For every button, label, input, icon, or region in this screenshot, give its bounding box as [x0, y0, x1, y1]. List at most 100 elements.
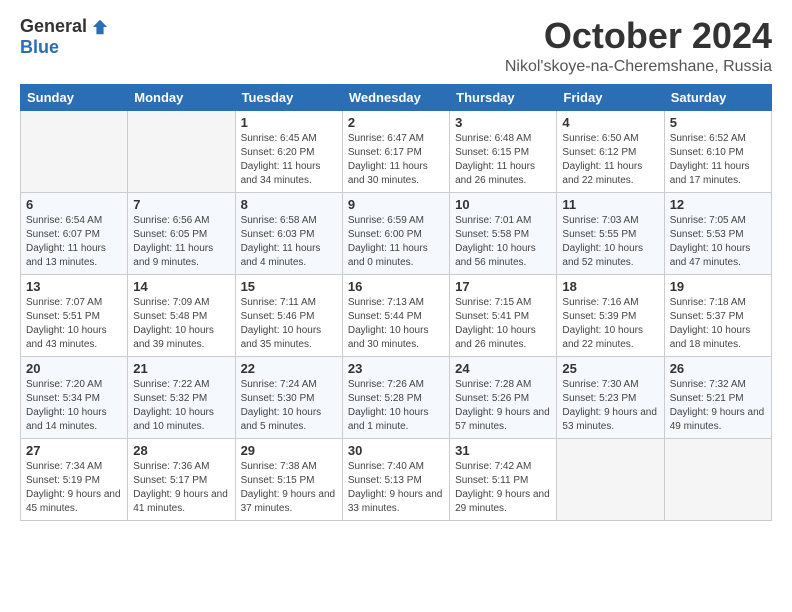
logo-blue-text: Blue — [20, 37, 59, 58]
day-info: Sunrise: 6:59 AMSunset: 6:00 PMDaylight:… — [348, 214, 444, 270]
calendar-cell — [128, 110, 235, 192]
calendar-cell: 21 Sunrise: 7:22 AMSunset: 5:32 PMDayligh… — [128, 356, 235, 438]
day-info: Sunrise: 6:58 AMSunset: 6:03 PMDaylight:… — [241, 214, 337, 270]
calendar-cell: 3Sunrise: 6:48 AMSunset: 6:15 PMDaylight… — [450, 110, 557, 192]
day-info: Sunrise: 7:13 AMSunset: 5:44 PMDaylight:… — [348, 296, 444, 352]
day-number: 9 — [348, 197, 444, 212]
calendar-week-row-2: 6 Sunrise: 6:54 AMSunset: 6:07 PMDaylight… — [21, 192, 772, 274]
calendar-cell: 28Sunrise: 7:36 AMSunset: 5:17 PMDayligh… — [128, 438, 235, 520]
day-info: Sunrise: 7:03 AMSunset: 5:55 PMDaylight:… — [562, 214, 658, 270]
day-info: Sunrise: 7:22 AMSunset: 5:32 PMDaylight:… — [133, 378, 229, 434]
day-number: 16 — [348, 279, 444, 294]
day-info: Sunrise: 7:26 AMSunset: 5:28 PMDaylight:… — [348, 378, 444, 434]
day-number: 25 — [562, 361, 658, 376]
day-number: 22 — [241, 361, 337, 376]
calendar-cell: 20 Sunrise: 7:20 AMSunset: 5:34 PMDayligh… — [21, 356, 128, 438]
day-number: 28 — [133, 443, 229, 458]
calendar-cell — [21, 110, 128, 192]
logo-general-text: General — [20, 16, 87, 37]
day-info: Sunrise: 7:42 AMSunset: 5:11 PMDaylight:… — [455, 460, 551, 516]
day-number: 26 — [670, 361, 766, 376]
day-number: 5 — [670, 115, 766, 130]
calendar-week-row-3: 13 Sunrise: 7:07 AMSunset: 5:51 PMDayligh… — [21, 274, 772, 356]
day-info: Sunrise: 7:30 AMSunset: 5:23 PMDaylight:… — [562, 378, 658, 434]
day-number: 2 — [348, 115, 444, 130]
day-number: 14 — [133, 279, 229, 294]
day-number: 4 — [562, 115, 658, 130]
day-info: Sunrise: 7:01 AMSunset: 5:58 PMDaylight:… — [455, 214, 551, 270]
title-block: October 2024 Nikol'skoye-na-Cheremshane,… — [505, 16, 772, 76]
calendar-cell: 26 Sunrise: 7:32 AMSunset: 5:21 PMDayligh… — [664, 356, 771, 438]
weekday-header-row: SundayMondayTuesdayWednesdayThursdayFrid… — [21, 84, 772, 110]
calendar-cell: 17 Sunrise: 7:15 AMSunset: 5:41 PMDayligh… — [450, 274, 557, 356]
day-info: Sunrise: 6:48 AMSunset: 6:15 PMDaylight:… — [455, 132, 551, 188]
day-number: 23 — [348, 361, 444, 376]
day-number: 7 — [133, 197, 229, 212]
calendar-cell: 11 Sunrise: 7:03 AMSunset: 5:55 PMDayligh… — [557, 192, 664, 274]
logo-icon — [91, 18, 109, 36]
calendar-cell: 2Sunrise: 6:47 AMSunset: 6:17 PMDaylight… — [342, 110, 449, 192]
day-info: Sunrise: 7:28 AMSunset: 5:26 PMDaylight:… — [455, 378, 551, 434]
day-number: 11 — [562, 197, 658, 212]
day-number: 12 — [670, 197, 766, 212]
day-info: Sunrise: 7:11 AMSunset: 5:46 PMDaylight:… — [241, 296, 337, 352]
day-info: Sunrise: 7:05 AMSunset: 5:53 PMDaylight:… — [670, 214, 766, 270]
calendar-cell: 23 Sunrise: 7:26 AMSunset: 5:28 PMDayligh… — [342, 356, 449, 438]
calendar-cell: 7Sunrise: 6:56 AMSunset: 6:05 PMDaylight… — [128, 192, 235, 274]
calendar-cell: 4 Sunrise: 6:50 AMSunset: 6:12 PMDaylight… — [557, 110, 664, 192]
day-number: 15 — [241, 279, 337, 294]
day-info: Sunrise: 7:38 AMSunset: 5:15 PMDaylight:… — [241, 460, 337, 516]
calendar-cell: 27 Sunrise: 7:34 AMSunset: 5:19 PMDayligh… — [21, 438, 128, 520]
calendar-cell: 30Sunrise: 7:40 AMSunset: 5:13 PMDayligh… — [342, 438, 449, 520]
month-title: October 2024 — [505, 16, 772, 56]
calendar-cell: 9 Sunrise: 6:59 AMSunset: 6:00 PMDaylight… — [342, 192, 449, 274]
day-info: Sunrise: 6:52 AMSunset: 6:10 PMDaylight:… — [670, 132, 766, 188]
day-number: 13 — [26, 279, 122, 294]
day-info: Sunrise: 7:20 AMSunset: 5:34 PMDaylight:… — [26, 378, 122, 434]
day-number: 8 — [241, 197, 337, 212]
day-number: 17 — [455, 279, 551, 294]
page: General Blue October 2024 Nikol'skoye-na… — [0, 0, 792, 612]
day-number: 20 — [26, 361, 122, 376]
calendar-cell: 10Sunrise: 7:01 AMSunset: 5:58 PMDayligh… — [450, 192, 557, 274]
weekday-header-monday: Monday — [128, 84, 235, 110]
day-info: Sunrise: 6:50 AMSunset: 6:12 PMDaylight:… — [562, 132, 658, 188]
weekday-header-thursday: Thursday — [450, 84, 557, 110]
day-info: Sunrise: 6:54 AMSunset: 6:07 PMDaylight:… — [26, 214, 122, 270]
calendar-cell: 5 Sunrise: 6:52 AMSunset: 6:10 PMDaylight… — [664, 110, 771, 192]
calendar-cell: 13 Sunrise: 7:07 AMSunset: 5:51 PMDayligh… — [21, 274, 128, 356]
calendar-cell: 16 Sunrise: 7:13 AMSunset: 5:44 PMDayligh… — [342, 274, 449, 356]
calendar-cell: 22 Sunrise: 7:24 AMSunset: 5:30 PMDayligh… — [235, 356, 342, 438]
weekday-header-sunday: Sunday — [21, 84, 128, 110]
weekday-header-saturday: Saturday — [664, 84, 771, 110]
calendar-cell: 15 Sunrise: 7:11 AMSunset: 5:46 PMDayligh… — [235, 274, 342, 356]
weekday-header-friday: Friday — [557, 84, 664, 110]
day-info: Sunrise: 7:32 AMSunset: 5:21 PMDaylight:… — [670, 378, 766, 434]
weekday-header-wednesday: Wednesday — [342, 84, 449, 110]
day-info: Sunrise: 7:07 AMSunset: 5:51 PMDaylight:… — [26, 296, 122, 352]
calendar-cell: 29 Sunrise: 7:38 AMSunset: 5:15 PMDayligh… — [235, 438, 342, 520]
day-number: 24 — [455, 361, 551, 376]
day-number: 30 — [348, 443, 444, 458]
calendar-cell: 1Sunrise: 6:45 AMSunset: 6:20 PMDaylight… — [235, 110, 342, 192]
calendar-cell — [664, 438, 771, 520]
location-title: Nikol'skoye-na-Cheremshane, Russia — [505, 58, 772, 76]
day-info: Sunrise: 7:15 AMSunset: 5:41 PMDaylight:… — [455, 296, 551, 352]
day-number: 6 — [26, 197, 122, 212]
calendar-cell: 12 Sunrise: 7:05 AMSunset: 5:53 PMDayligh… — [664, 192, 771, 274]
calendar-cell: 25 Sunrise: 7:30 AMSunset: 5:23 PMDayligh… — [557, 356, 664, 438]
header: General Blue October 2024 Nikol'skoye-na… — [20, 16, 772, 76]
calendar-week-row-4: 20 Sunrise: 7:20 AMSunset: 5:34 PMDayligh… — [21, 356, 772, 438]
calendar-table: SundayMondayTuesdayWednesdayThursdayFrid… — [20, 84, 772, 521]
day-number: 18 — [562, 279, 658, 294]
day-number: 27 — [26, 443, 122, 458]
weekday-header-tuesday: Tuesday — [235, 84, 342, 110]
day-info: Sunrise: 7:18 AMSunset: 5:37 PMDaylight:… — [670, 296, 766, 352]
calendar-week-row-5: 27 Sunrise: 7:34 AMSunset: 5:19 PMDayligh… — [21, 438, 772, 520]
calendar-cell: 6 Sunrise: 6:54 AMSunset: 6:07 PMDaylight… — [21, 192, 128, 274]
day-number: 21 — [133, 361, 229, 376]
calendar-cell: 8 Sunrise: 6:58 AMSunset: 6:03 PMDaylight… — [235, 192, 342, 274]
day-info: Sunrise: 7:24 AMSunset: 5:30 PMDaylight:… — [241, 378, 337, 434]
day-info: Sunrise: 7:34 AMSunset: 5:19 PMDaylight:… — [26, 460, 122, 516]
day-number: 29 — [241, 443, 337, 458]
